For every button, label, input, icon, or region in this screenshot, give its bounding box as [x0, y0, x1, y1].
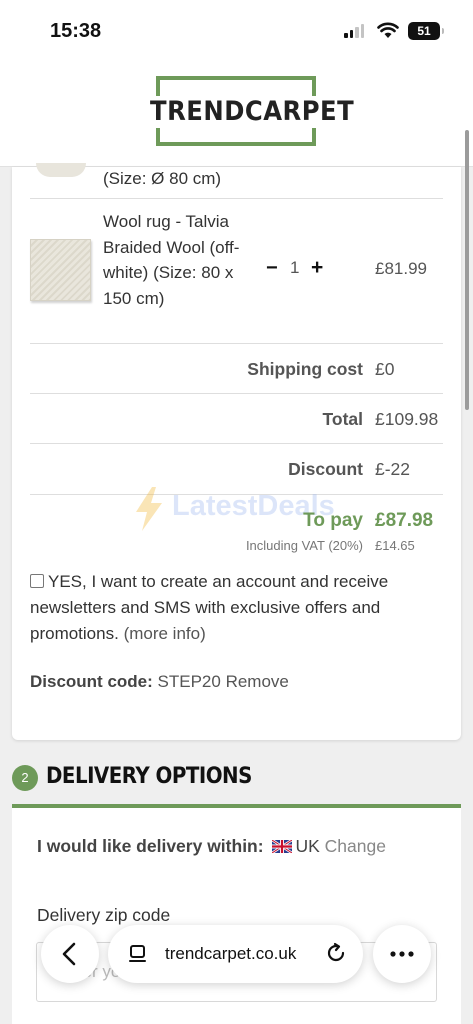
- to-pay-label: To pay: [303, 510, 363, 531]
- uk-flag-icon: [272, 840, 293, 853]
- zip-code-label: Delivery zip code: [37, 905, 171, 925]
- order-summary-card: (Size: Ø 80 cm) Wool rug - Talvia Braide…: [12, 163, 461, 740]
- partial-item-size: (Size: Ø 80 cm): [103, 169, 222, 188]
- status-time: 15:38: [50, 20, 102, 42]
- delivery-within-label: I would like delivery within:: [37, 836, 264, 856]
- discount-row: Discount £-22: [12, 459, 461, 489]
- page-scrollbar[interactable]: [465, 130, 469, 410]
- shipping-value: £0: [375, 359, 395, 379]
- browser-url[interactable]: trendcarpet.co.uk: [165, 944, 296, 964]
- item-price: £81.99: [375, 259, 427, 278]
- discount-label: Discount: [288, 459, 363, 479]
- newsletter-text[interactable]: YES, I want to create an account and rec…: [30, 572, 388, 643]
- divider: [30, 494, 443, 495]
- item-quantity: 1: [290, 258, 300, 277]
- item-name[interactable]: Wool rug - Talvia Braided Wool (off-whit…: [103, 209, 243, 311]
- delivery-options-heading: 2 DELIVERY OPTIONS: [12, 764, 461, 804]
- browser-more-button[interactable]: [373, 925, 431, 983]
- section-title: DELIVERY OPTIONS: [46, 764, 252, 789]
- ellipsis-icon: [390, 951, 414, 957]
- logo-text: TRENDCARPET: [150, 96, 355, 128]
- to-pay-row: To pay £87.98: [12, 510, 461, 540]
- rug-thumbnail[interactable]: [30, 239, 91, 301]
- rug-thumbnail: [36, 163, 86, 177]
- divider: [30, 443, 443, 444]
- discount-code-value: STEP20: [157, 672, 221, 691]
- discount-code-label: Discount code:: [30, 672, 153, 691]
- delivery-card: I would like delivery within: UK Change …: [12, 808, 461, 1024]
- discount-value: £-22: [375, 459, 411, 479]
- change-country-link[interactable]: Change: [325, 836, 386, 856]
- increase-quantity-button[interactable]: +: [311, 256, 323, 280]
- newsletter-checkbox[interactable]: [30, 574, 44, 588]
- total-value: £109.98: [375, 409, 439, 429]
- vat-label: Including VAT (20%): [245, 538, 363, 553]
- decrease-quantity-button[interactable]: −: [266, 257, 278, 280]
- delivery-country: UK: [295, 836, 320, 856]
- total-label: Total: [322, 409, 363, 429]
- chevron-left-icon: [62, 942, 76, 966]
- shipping-row: Shipping cost £0: [12, 359, 461, 389]
- more-info-link[interactable]: (more info): [124, 624, 206, 643]
- delivery-country-row: I would like delivery within: UK Change: [37, 836, 386, 857]
- total-row: Total £109.98: [12, 409, 461, 439]
- divider: [30, 343, 443, 344]
- status-bar: 15:38 51: [0, 0, 473, 64]
- step-number-badge: 2: [12, 765, 38, 791]
- divider: [30, 393, 443, 394]
- to-pay-value: £87.98: [375, 510, 434, 531]
- battery-icon: 51: [408, 22, 444, 40]
- discount-code-row: Discount code: STEP20 Remove: [30, 672, 289, 692]
- cellular-signal-icon: [344, 24, 364, 38]
- trendcarpet-logo[interactable]: TRENDCARPET: [150, 76, 354, 146]
- wifi-icon: [377, 22, 399, 38]
- remove-discount-link[interactable]: Remove: [226, 672, 289, 691]
- browser-back-button[interactable]: [41, 925, 99, 983]
- reload-icon[interactable]: [325, 942, 347, 964]
- partial-cart-item: (Size: Ø 80 cm): [12, 163, 461, 198]
- page-menu-icon[interactable]: [128, 944, 148, 964]
- vat-value: £14.65: [375, 538, 415, 553]
- newsletter-optin: YES, I want to create an account and rec…: [30, 569, 445, 647]
- site-header: TRENDCARPET: [0, 64, 473, 167]
- cart-item: Wool rug - Talvia Braided Wool (off-whit…: [12, 199, 461, 344]
- shipping-label: Shipping cost: [247, 359, 363, 379]
- browser-address-bar[interactable]: trendcarpet.co.uk: [108, 925, 363, 983]
